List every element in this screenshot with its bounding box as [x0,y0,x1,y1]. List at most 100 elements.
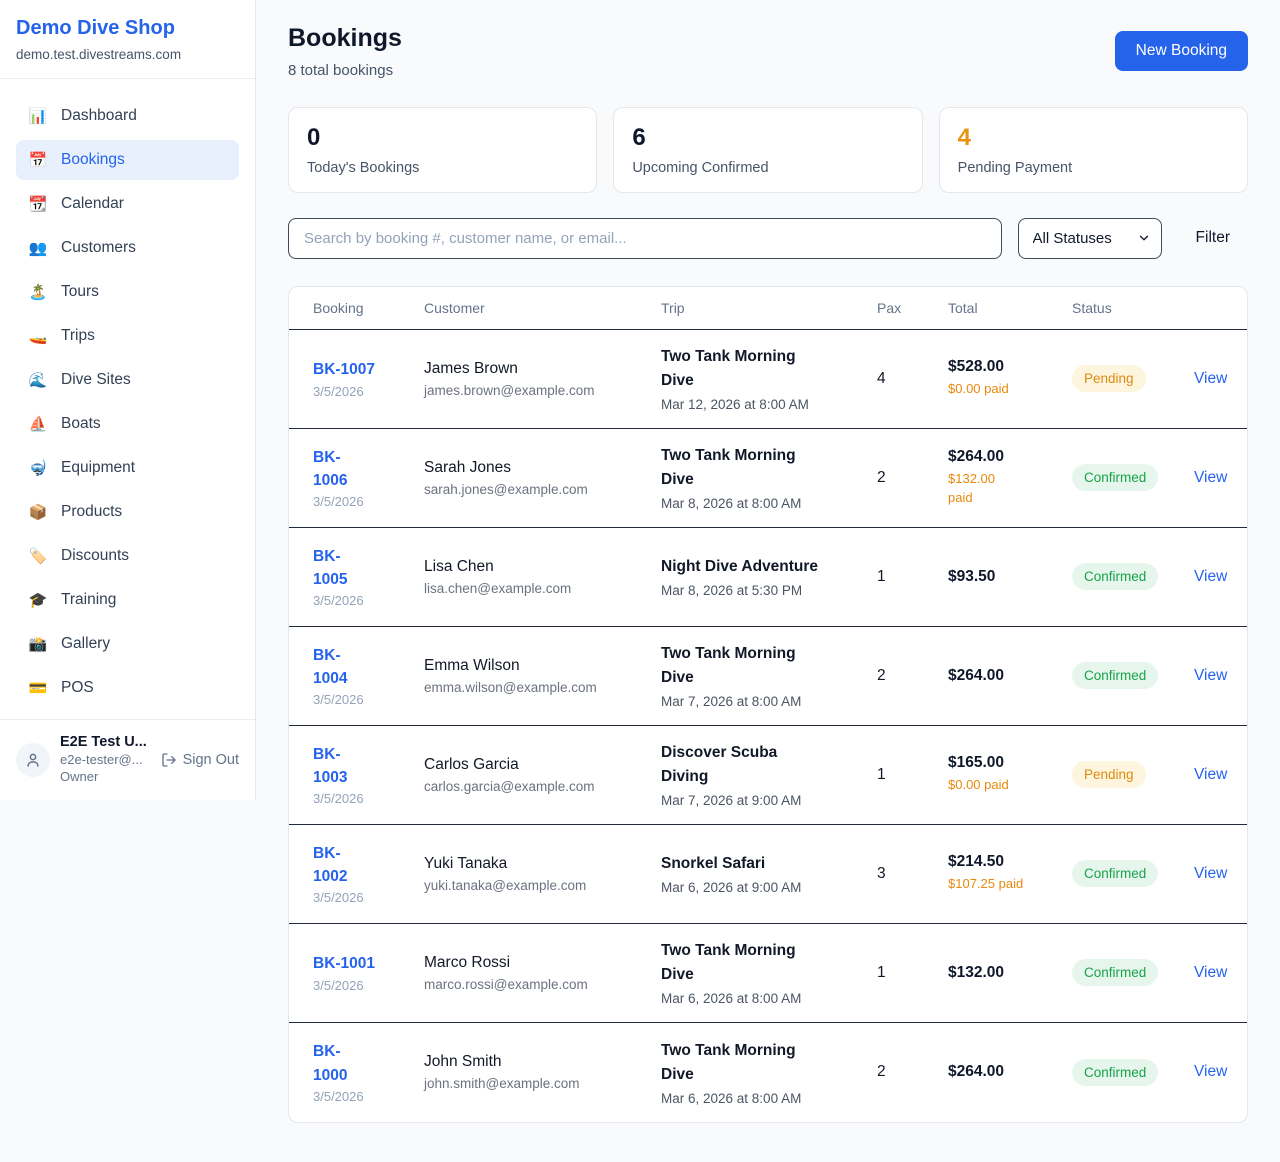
filter-button[interactable]: Filter [1178,229,1248,247]
sidebar-item-label: Discounts [61,547,129,565]
total-cell: $132.00 [948,964,1072,982]
camera-icon: 📸 [28,637,48,652]
booking-id-link[interactable]: BK- 1004 [313,644,424,691]
customer-cell: Yuki Tanaka yuki.tanaka@example.com [424,855,661,893]
sidebar-item-label: Trips [61,327,95,345]
booking-date: 3/5/2026 [313,1089,424,1104]
sidebar-item-label: Dive Sites [61,371,131,389]
person-icon [24,751,42,769]
booking-cell: BK-1007 3/5/2026 [313,358,424,398]
sidebar-item[interactable]: ⛵ Boats [16,404,239,444]
total-cell: $264.00 $132.00 paid [948,448,1072,508]
pax-cell: 2 [877,1063,948,1081]
user-name: E2E Test U... [60,734,147,750]
package-icon: 📦 [28,505,48,520]
booking-id-link[interactable]: BK- 1005 [313,545,424,592]
search-input[interactable] [288,218,1002,259]
booking-cell: BK- 1000 3/5/2026 [313,1040,424,1104]
sidebar-item[interactable]: 📅 Bookings [16,140,239,180]
shop-domain: demo.test.divestreams.com [16,47,239,62]
stat-label: Pending Payment [958,160,1229,176]
column-header-status: Status [1072,300,1194,316]
booking-id-link[interactable]: BK-1007 [313,358,424,381]
booking-id-link[interactable]: BK- 1003 [313,743,424,790]
total-amount: $264.00 [948,448,1072,466]
customer-email: lisa.chen@example.com [424,581,661,596]
booking-id-link[interactable]: BK- 1002 [313,842,424,889]
status-cell: Confirmed [1072,959,1194,986]
trip-name: Two Tank Morning Dive [661,1039,877,1087]
view-link[interactable]: View [1194,370,1227,387]
customer-cell: Lisa Chen lisa.chen@example.com [424,558,661,596]
customer-name: Sarah Jones [424,459,661,477]
sidebar-item-label: Bookings [61,151,125,169]
sidebar-item-label: Products [61,503,122,521]
booking-date: 3/5/2026 [313,890,424,905]
customer-name: Emma Wilson [424,657,661,675]
view-link[interactable]: View [1194,766,1227,783]
trip-cell: Two Tank Morning Dive Mar 6, 2026 at 8:0… [661,1039,877,1106]
status-select-wrap: All Statuses [1018,218,1162,259]
booking-cell: BK-1001 3/5/2026 [313,952,424,992]
paid-amount: $0.00 paid [948,776,1072,795]
sidebar-item[interactable]: 🤿 Equipment [16,448,239,488]
booking-id-link[interactable]: BK- 1000 [313,1040,424,1087]
trip-name: Discover Scuba Diving [661,741,877,789]
actions-cell: View [1194,370,1229,388]
sidebar-item[interactable]: 👥 Customers [16,228,239,268]
total-cell: $528.00 $0.00 paid [948,358,1072,399]
sidebar-item[interactable]: 🏝️ Tours [16,272,239,312]
sidebar-item[interactable]: 📸 Gallery [16,624,239,664]
status-filter-select[interactable]: All Statuses [1018,218,1162,259]
new-booking-button[interactable]: New Booking [1115,31,1248,71]
trip-name: Two Tank Morning Dive [661,939,877,987]
bookings-table: Booking Customer Trip Pax Total Status B… [288,286,1248,1123]
view-link[interactable]: View [1194,469,1227,486]
customer-name: John Smith [424,1053,661,1071]
sidebar-item[interactable]: 💳 POS [16,668,239,708]
booking-date: 3/5/2026 [313,791,424,806]
column-header-customer: Customer [424,300,661,316]
view-link[interactable]: View [1194,667,1227,684]
customer-cell: Carlos Garcia carlos.garcia@example.com [424,756,661,794]
customer-name: Yuki Tanaka [424,855,661,873]
customer-email: james.brown@example.com [424,383,661,398]
booking-id-link[interactable]: BK- 1006 [313,446,424,493]
status-cell: Confirmed [1072,464,1194,491]
table-row: BK- 1004 3/5/2026 Emma Wilson emma.wilso… [289,627,1247,726]
table-row: BK- 1002 3/5/2026 Yuki Tanaka yuki.tanak… [289,825,1247,924]
sidebar-item[interactable]: 📦 Products [16,492,239,532]
sign-out-label: Sign Out [183,752,239,768]
sidebar-item[interactable]: 🎓 Training [16,580,239,620]
controls-row: All Statuses Filter [288,218,1248,259]
trip-name: Night Dive Adventure [661,555,877,579]
pax-cell: 1 [877,964,948,982]
graduation-cap-icon: 🎓 [28,593,48,608]
stat-card: 6 Upcoming Confirmed [613,107,922,193]
view-link[interactable]: View [1194,865,1227,882]
calendar-date-icon: 📅 [28,153,48,168]
sign-out-button[interactable]: Sign Out [161,752,239,768]
total-amount: $165.00 [948,754,1072,772]
sidebar-item[interactable]: 📊 Dashboard [16,96,239,136]
sidebar-item-label: Training [61,591,116,609]
sidebar-item[interactable]: 🚤 Trips [16,316,239,356]
table-header-row: Booking Customer Trip Pax Total Status [289,287,1247,330]
view-link[interactable]: View [1194,1063,1227,1080]
user-info: E2E Test U... e2e-tester@... Owner [60,734,147,786]
status-cell: Confirmed [1072,1059,1194,1086]
customer-cell: Marco Rossi marco.rossi@example.com [424,954,661,992]
sidebar-item[interactable]: 📆 Calendar [16,184,239,224]
status-cell: Confirmed [1072,563,1194,590]
sidebar-item[interactable]: 🌊 Dive Sites [16,360,239,400]
trip-cell: Two Tank Morning Dive Mar 6, 2026 at 8:0… [661,939,877,1006]
view-link[interactable]: View [1194,568,1227,585]
actions-cell: View [1194,964,1229,982]
wave-icon: 🌊 [28,373,48,388]
sidebar-item-label: POS [61,679,94,697]
booking-id-link[interactable]: BK-1001 [313,952,424,975]
sidebar-item[interactable]: 🏷️ Discounts [16,536,239,576]
trip-cell: Discover Scuba Diving Mar 7, 2026 at 9:0… [661,741,877,808]
booking-date: 3/5/2026 [313,692,424,707]
view-link[interactable]: View [1194,964,1227,981]
